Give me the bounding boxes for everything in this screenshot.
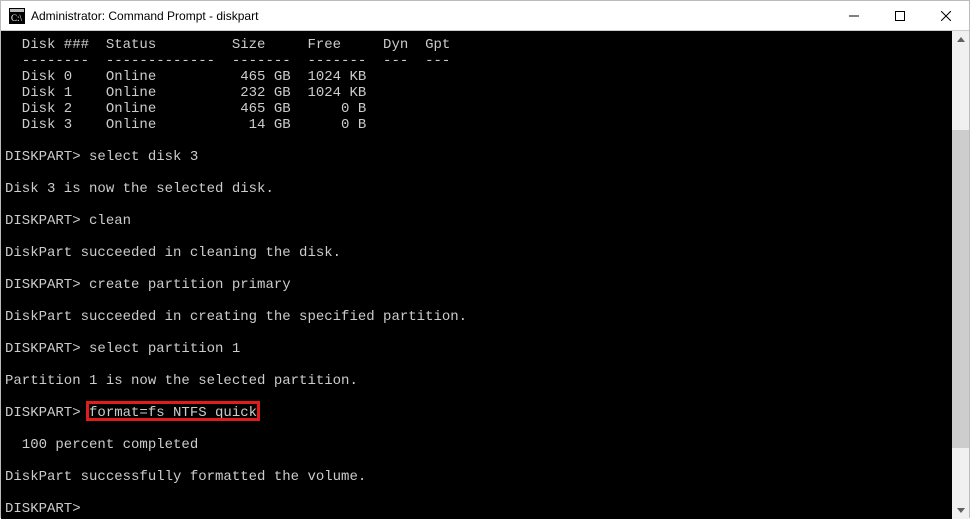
console-line [5,325,952,341]
console-line: -------- ------------- ------- ------- -… [5,53,952,69]
console-line [5,197,952,213]
console-line: Disk 1 Online 232 GB 1024 KB [5,85,952,101]
console-output[interactable]: Disk ### Status Size Free Dyn Gpt ------… [1,31,952,519]
scrollbar-thumb[interactable] [952,130,969,448]
console-line [5,133,952,149]
vertical-scrollbar[interactable] [952,31,969,519]
console-line [5,229,952,245]
console-line [5,453,952,469]
console-line: DISKPART> format=fs NTFS quick [5,405,952,421]
minimize-button[interactable] [831,1,877,31]
console-line [5,261,952,277]
console-line: DISKPART> select partition 1 [5,341,952,357]
console-line [5,389,952,405]
console-line: DISKPART> create partition primary [5,277,952,293]
console-line: Partition 1 is now the selected partitio… [5,373,952,389]
console-line: Disk 2 Online 465 GB 0 B [5,101,952,117]
console-line: Disk 0 Online 465 GB 1024 KB [5,69,952,85]
cmd-icon: C:\ [9,8,25,24]
maximize-button[interactable] [877,1,923,31]
scroll-down-arrow[interactable] [952,502,969,519]
console-line: DISKPART> clean [5,213,952,229]
console-line [5,357,952,373]
console-line: DiskPart succeeded in creating the speci… [5,309,952,325]
console-line [5,421,952,437]
scrollbar-track[interactable] [952,48,969,502]
console-line: Disk ### Status Size Free Dyn Gpt [5,37,952,53]
console-line: DiskPart succeeded in cleaning the disk. [5,245,952,261]
console-line: Disk 3 Online 14 GB 0 B [5,117,952,133]
close-button[interactable] [923,1,969,31]
console-line: DISKPART> [5,501,952,517]
window-title: Administrator: Command Prompt - diskpart [31,9,258,23]
console-line: Disk 3 is now the selected disk. [5,181,952,197]
console-line [5,293,952,309]
console-line: DiskPart successfully formatted the volu… [5,469,952,485]
svg-text:C:\: C:\ [11,13,23,23]
console-line [5,165,952,181]
console-line: 100 percent completed [5,437,952,453]
console-line: DISKPART> select disk 3 [5,149,952,165]
console-area: Disk ### Status Size Free Dyn Gpt ------… [1,31,969,519]
console-line [5,485,952,501]
window-titlebar: C:\ Administrator: Command Prompt - disk… [1,1,969,31]
scroll-up-arrow[interactable] [952,31,969,48]
